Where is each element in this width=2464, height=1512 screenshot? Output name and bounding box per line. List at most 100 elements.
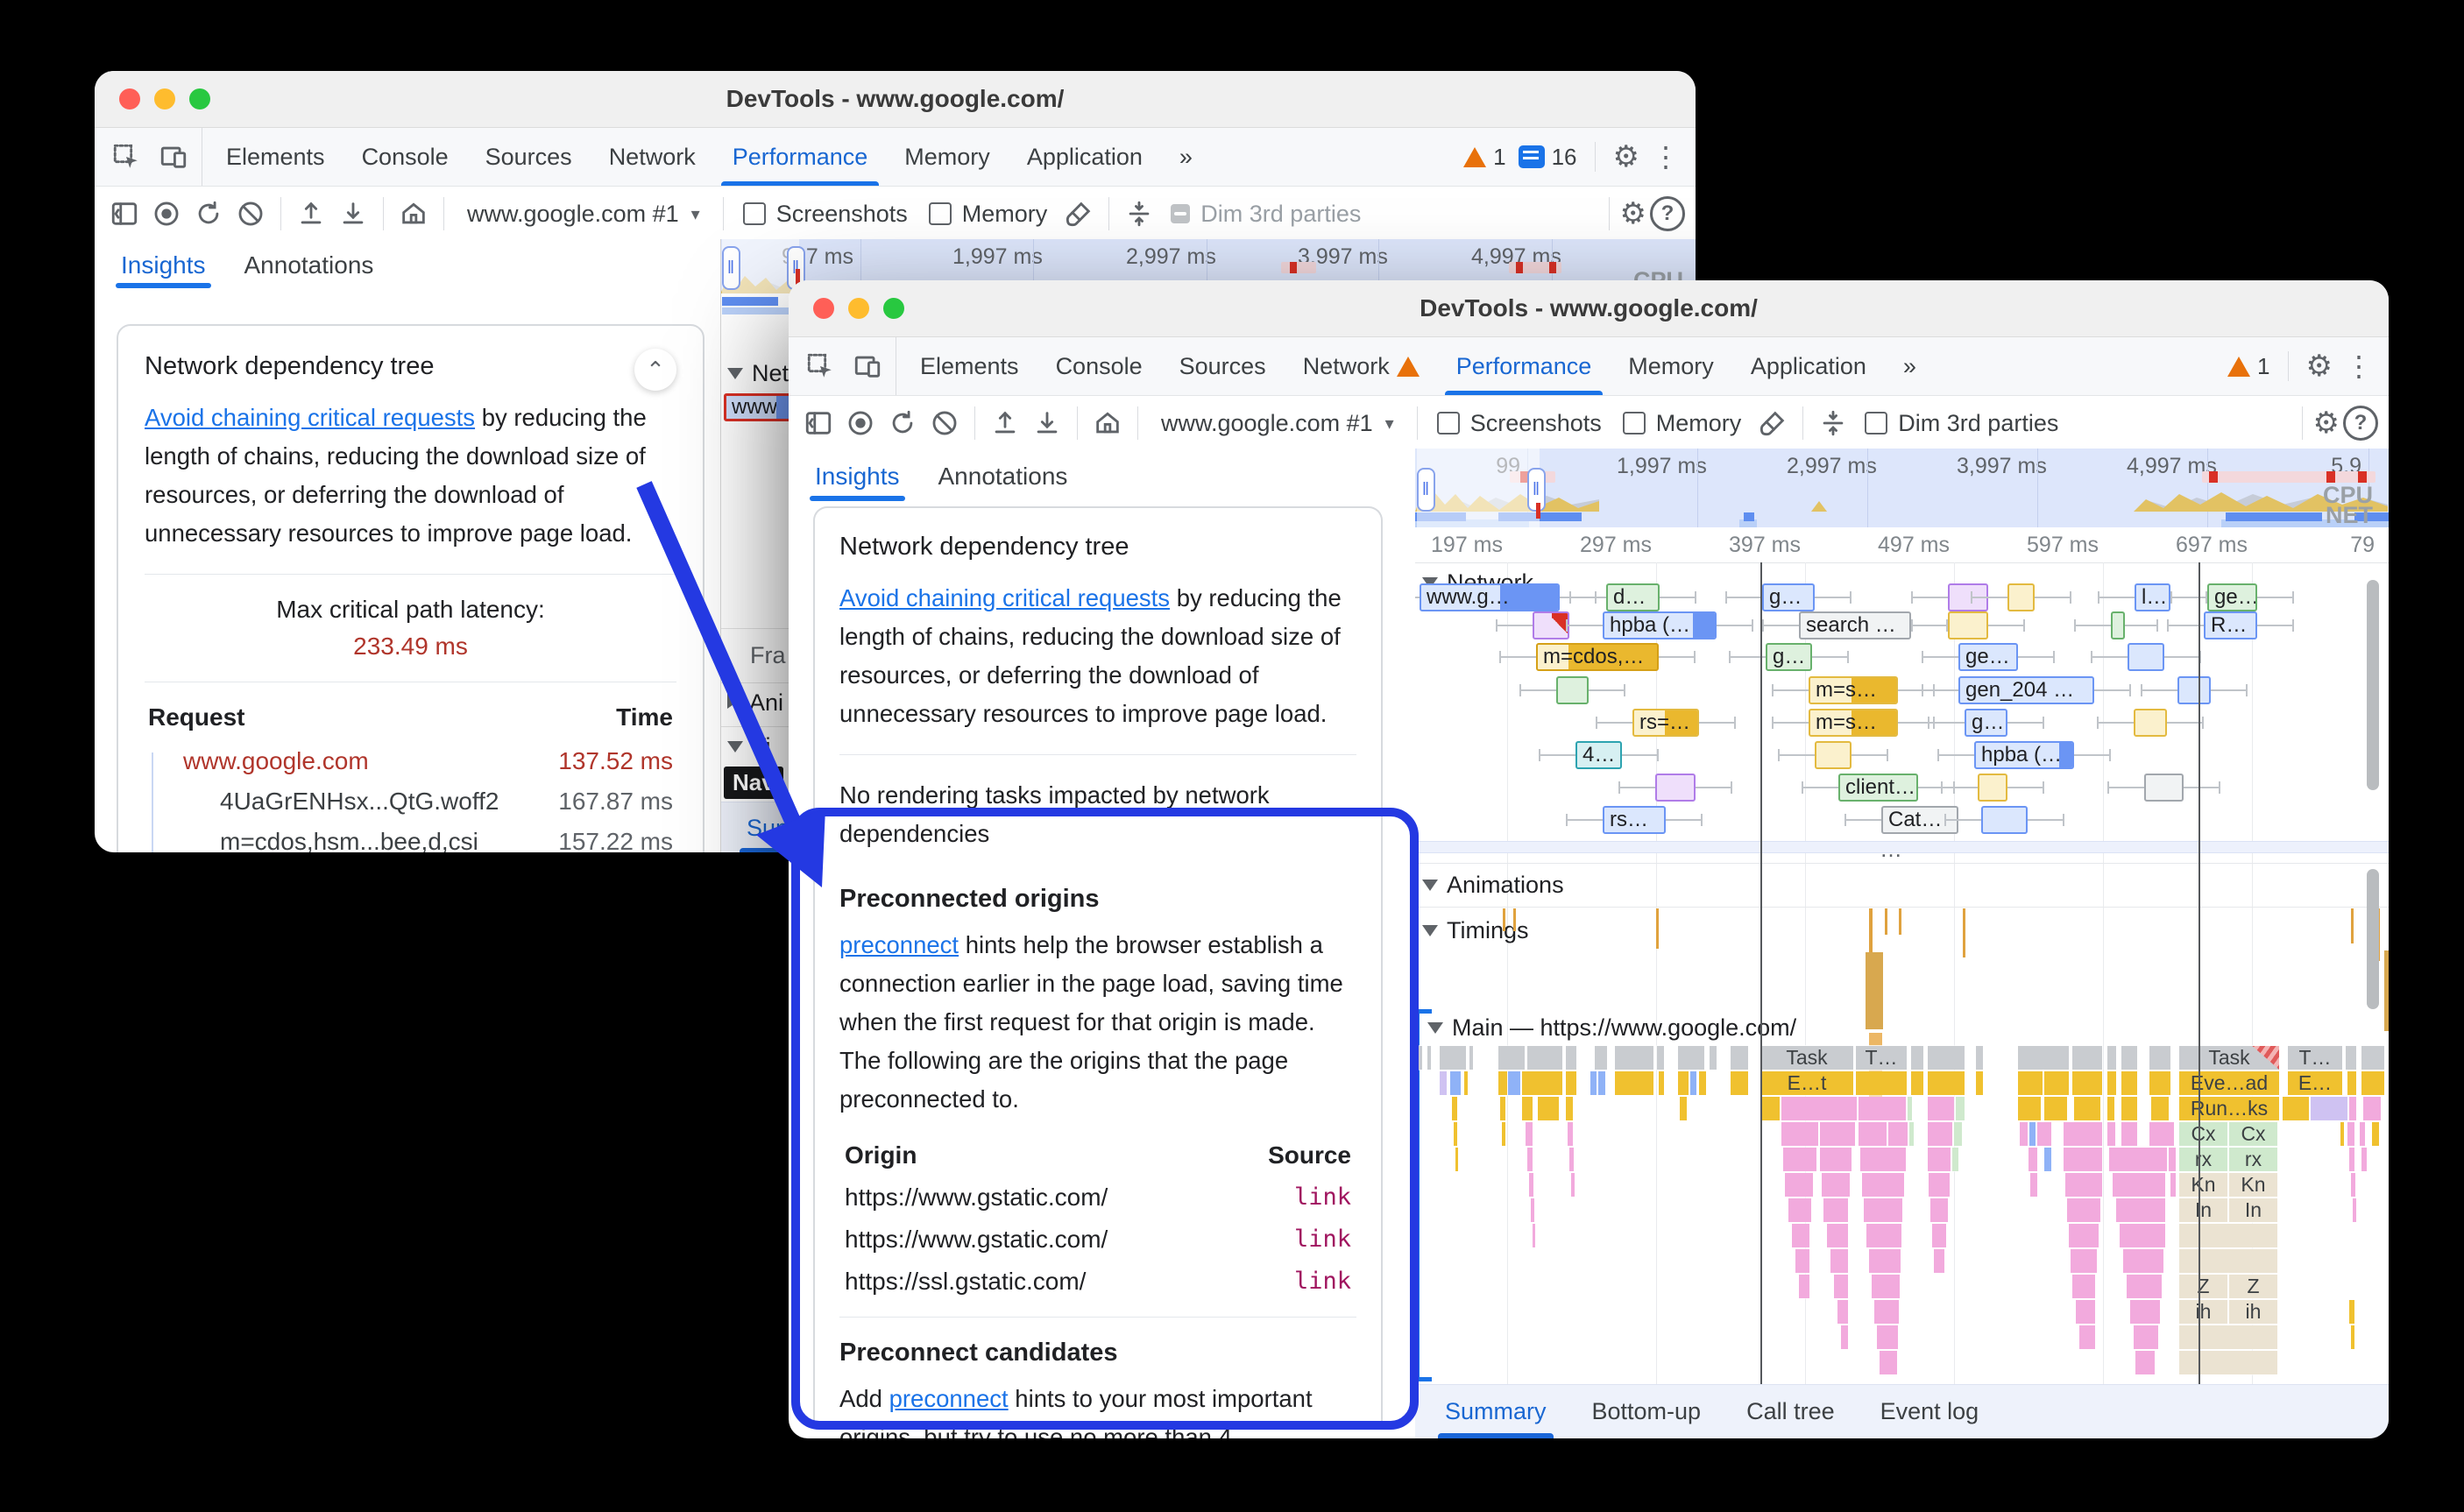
network-request[interactable]: rs… bbox=[1603, 806, 1666, 834]
tab-sources[interactable]: Sources bbox=[1161, 337, 1285, 395]
minimize-button[interactable] bbox=[848, 298, 869, 319]
settings-gear-icon[interactable]: ⚙ bbox=[1613, 139, 1639, 174]
avoid-chaining-link[interactable]: Avoid chaining critical requests bbox=[839, 584, 1170, 611]
network-request[interactable] bbox=[2144, 774, 2184, 802]
memory-checkbox[interactable]: Memory bbox=[1614, 410, 1751, 437]
flame-frame[interactable]: ih bbox=[2229, 1300, 2277, 1324]
collapse-tracks-icon[interactable] bbox=[1120, 194, 1158, 233]
network-request[interactable] bbox=[1815, 741, 1852, 769]
zoom-button[interactable] bbox=[883, 298, 904, 319]
network-request[interactable] bbox=[2177, 676, 2211, 704]
toggle-panel-icon[interactable] bbox=[105, 194, 144, 233]
flame-frame[interactable]: Z bbox=[2179, 1275, 2227, 1298]
clear-icon[interactable] bbox=[231, 194, 270, 233]
messages-icon[interactable] bbox=[1519, 145, 1545, 168]
warning-icon[interactable] bbox=[2227, 357, 2250, 377]
subtab-annotations[interactable]: Annotations bbox=[244, 239, 374, 292]
main-track-label[interactable]: Main — https://www.google.com/ bbox=[1427, 1014, 1796, 1042]
tab-console[interactable]: Console bbox=[1037, 337, 1161, 395]
warning-icon[interactable] bbox=[1463, 147, 1486, 167]
collapse-tracks-icon[interactable] bbox=[1814, 404, 1852, 442]
network-request[interactable] bbox=[1533, 611, 1569, 639]
device-toolbar-icon[interactable] bbox=[154, 138, 193, 176]
preconnect-link[interactable]: preconnect bbox=[839, 931, 959, 958]
network-request[interactable]: m=s… bbox=[1809, 709, 1898, 737]
flame-frame[interactable]: Run…ks bbox=[2179, 1097, 2279, 1120]
clear-icon[interactable] bbox=[925, 404, 964, 442]
tab-console[interactable]: Console bbox=[343, 128, 467, 186]
network-request[interactable] bbox=[2128, 643, 2164, 671]
flame-frame[interactable]: Eve…ad bbox=[2179, 1071, 2279, 1095]
origin-row[interactable]: https://www.gstatic.com/link bbox=[845, 1183, 1351, 1212]
settings-gear-icon[interactable]: ⚙ bbox=[1620, 196, 1646, 231]
reload-icon[interactable] bbox=[883, 404, 922, 442]
tab-[interactable]: » bbox=[1885, 337, 1935, 395]
network-request[interactable]: www.g… bbox=[1420, 583, 1560, 611]
tab-performance[interactable]: Performance bbox=[1438, 337, 1611, 395]
close-button[interactable] bbox=[119, 88, 140, 110]
selection-handle[interactable]: ‖ bbox=[722, 246, 740, 290]
tab-summary[interactable]: Summary bbox=[1445, 1385, 1547, 1438]
tab-network[interactable]: Network bbox=[1285, 337, 1438, 395]
settings-gear-icon[interactable]: ⚙ bbox=[2306, 349, 2333, 384]
flame-frame[interactable]: T… bbox=[1856, 1046, 1907, 1070]
flame-frame[interactable]: E… bbox=[2288, 1071, 2342, 1095]
tab-calltree[interactable]: Call tree bbox=[1746, 1385, 1835, 1438]
network-request[interactable] bbox=[2111, 611, 2125, 639]
network-request[interactable]: gen_204 … bbox=[1958, 676, 2094, 704]
flame-frame[interactable]: ih bbox=[2179, 1300, 2227, 1324]
flame-frame[interactable]: T… bbox=[2288, 1046, 2342, 1070]
tab-eventlog[interactable]: Event log bbox=[1880, 1385, 1979, 1438]
tab-bottomup[interactable]: Bottom-up bbox=[1592, 1385, 1702, 1438]
inspect-cursor-icon[interactable] bbox=[801, 347, 839, 385]
screenshots-checkbox[interactable]: Screenshots bbox=[734, 201, 917, 228]
flame-frame[interactable]: Kn bbox=[2229, 1173, 2277, 1197]
network-request[interactable] bbox=[1981, 806, 2028, 834]
flame-frame[interactable]: Task bbox=[2179, 1046, 2279, 1070]
network-request[interactable]: ge… bbox=[1958, 643, 2018, 671]
network-request[interactable]: l… bbox=[2135, 583, 2170, 611]
flame-frame[interactable]: In bbox=[2229, 1198, 2277, 1222]
network-request[interactable] bbox=[1655, 774, 1696, 802]
flame-frame[interactable]: rx bbox=[2229, 1148, 2277, 1171]
timeline-overview[interactable]: 991,997 ms2,997 ms3,997 ms4,997 ms5,9CPU… bbox=[1415, 449, 2389, 528]
tab-elements[interactable]: Elements bbox=[902, 337, 1037, 395]
network-request[interactable]: m=cdos,… bbox=[1536, 643, 1659, 671]
flame-frame[interactable]: rx bbox=[2179, 1148, 2227, 1171]
table-row[interactable]: m=cdos,hsm...bee,d,csi157.22 ms bbox=[162, 828, 673, 852]
zoom-button[interactable] bbox=[189, 88, 210, 110]
tab-application[interactable]: Application bbox=[1009, 128, 1161, 186]
target-selector[interactable]: www.google.com #1▾ bbox=[455, 201, 712, 228]
network-request[interactable]: d… bbox=[1606, 583, 1660, 611]
network-request[interactable]: ge… bbox=[2207, 583, 2257, 611]
table-row[interactable]: 4UaGrENHsx...QtG.woff2167.87 ms bbox=[162, 788, 673, 816]
scrollbar-thumb[interactable] bbox=[2367, 869, 2379, 1009]
subtab-annotations[interactable]: Annotations bbox=[938, 449, 1068, 505]
network-request[interactable]: R… bbox=[2204, 611, 2257, 639]
flame-frame[interactable]: Cx bbox=[2179, 1122, 2227, 1146]
tab-sources[interactable]: Sources bbox=[467, 128, 591, 186]
network-request[interactable]: search … bbox=[1799, 611, 1911, 639]
network-request[interactable]: client… bbox=[1838, 774, 1918, 802]
load-profile-icon[interactable] bbox=[986, 404, 1024, 442]
target-selector[interactable]: www.google.com #1▾ bbox=[1149, 410, 1406, 437]
help-icon[interactable]: ? bbox=[1650, 196, 1685, 231]
save-profile-icon[interactable] bbox=[1028, 404, 1066, 442]
network-request[interactable]: hpba (… bbox=[1603, 611, 1717, 639]
network-request[interactable] bbox=[2007, 583, 2035, 611]
avoid-chaining-link[interactable]: Avoid chaining critical requests bbox=[145, 404, 475, 431]
network-request[interactable]: g… bbox=[1965, 709, 2007, 737]
timeline-pane[interactable]: 991,997 ms2,997 ms3,997 ms4,997 ms5,9CPU… bbox=[1415, 449, 2389, 1384]
flame-frame[interactable]: E…t bbox=[1760, 1071, 1853, 1095]
inspect-cursor-icon[interactable] bbox=[107, 138, 145, 176]
devtools-window-front[interactable]: DevTools - www.google.com/ ElementsConso… bbox=[789, 280, 2389, 1438]
network-request[interactable] bbox=[1948, 611, 1988, 639]
gc-brush-icon[interactable] bbox=[1059, 194, 1098, 233]
origin-row[interactable]: https://ssl.gstatic.com/link bbox=[845, 1268, 1351, 1296]
network-request[interactable]: rs=… bbox=[1632, 709, 1699, 737]
subtab-insights[interactable]: Insights bbox=[121, 239, 206, 292]
kebab-menu-icon[interactable]: ⋮ bbox=[2345, 350, 2373, 383]
screenshots-checkbox[interactable]: Screenshots bbox=[1428, 410, 1611, 437]
tab-[interactable]: » bbox=[1161, 128, 1211, 186]
scrollbar-thumb[interactable] bbox=[2367, 580, 2379, 790]
